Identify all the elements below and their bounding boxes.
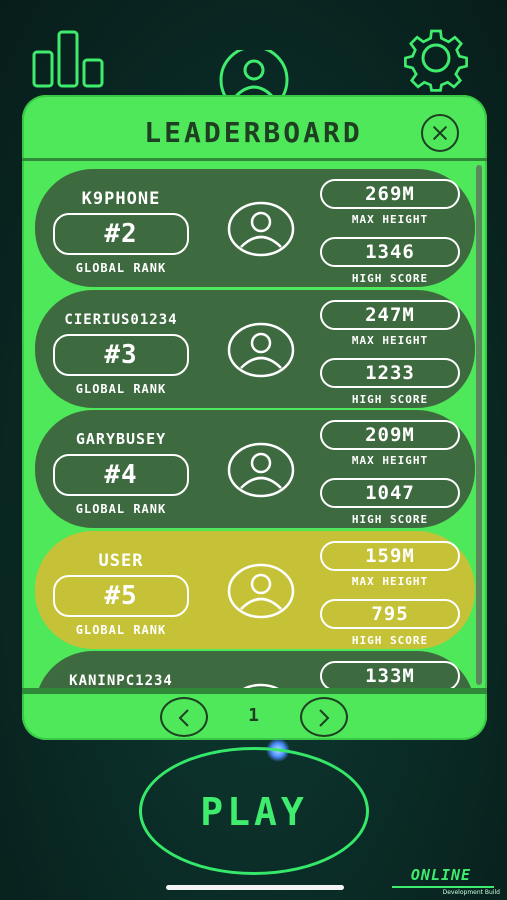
build-label: Development Build [442,889,500,896]
online-underline [392,886,494,888]
chevron-left-icon[interactable] [160,697,208,737]
max-height-value: 269M [320,179,460,209]
rank-value: #2 [53,213,189,255]
leaderboard-row: CIERIUS01234 #3 GLOBAL RANK 247M MAX HEI… [35,290,475,408]
high-score-label: HIGH SCORE [351,393,429,406]
player-name: K9PHONE [81,189,161,209]
chevron-right-icon[interactable] [300,697,348,737]
high-score-label: HIGH SCORE [351,634,429,647]
home-indicator[interactable] [166,885,344,890]
player-name: KANINPC1234 [69,673,173,689]
avatar-icon [227,563,295,619]
leaderboard-row: KANINPC1234 133M [35,651,475,689]
play-label: PLAY [200,790,308,834]
max-height-value: 247M [320,300,460,330]
max-height-value: 159M [320,541,460,571]
leaderboard-row-user: USER #5 GLOBAL RANK 159M MAX HEIGHT 795 … [35,531,475,649]
close-icon[interactable] [421,114,459,152]
rank-label: GLOBAL RANK [75,502,167,516]
max-height-value: 209M [320,420,460,450]
stats-icon[interactable] [32,30,104,88]
leaderboard-row: GARYBUSEY #4 GLOBAL RANK 209M MAX HEIGHT… [35,410,475,528]
profile-icon[interactable] [218,50,290,100]
max-height-label: MAX HEIGHT [351,454,429,467]
max-height-label: MAX HEIGHT [351,213,429,226]
max-height-value: 133M [320,661,460,689]
page-number: 1 [248,705,260,726]
high-score-value: 1346 [320,237,460,267]
max-height-label: MAX HEIGHT [351,575,429,588]
rank-value: #4 [53,454,189,496]
online-status: ONLINE [410,866,472,884]
scrollbar[interactable] [476,165,482,685]
rank-value: #3 [53,334,189,376]
rank-label: GLOBAL RANK [75,382,167,396]
high-score-label: HIGH SCORE [351,272,429,285]
player-name: CIERIUS01234 [64,312,178,328]
player-name: GARYBUSEY [75,430,167,448]
avatar-icon [227,201,295,257]
leaderboard-row: K9PHONE #2 GLOBAL RANK 269M MAX HEIGHT 1… [35,169,475,287]
rank-label: GLOBAL RANK [75,623,167,637]
player-name: USER [98,551,144,571]
high-score-label: HIGH SCORE [351,513,429,526]
rank-label: GLOBAL RANK [75,261,167,275]
high-score-value: 795 [320,599,460,629]
avatar-icon [227,322,295,378]
gear-icon[interactable] [400,24,472,92]
play-button[interactable]: PLAY [139,747,369,875]
nav-divider [22,688,487,694]
high-score-value: 1233 [320,358,460,388]
max-height-label: MAX HEIGHT [351,334,429,347]
high-score-value: 1047 [320,478,460,508]
rank-value: #5 [53,575,189,617]
avatar-icon [227,442,295,498]
leaderboard-list[interactable]: K9PHONE #2 GLOBAL RANK 269M MAX HEIGHT 1… [22,161,487,689]
